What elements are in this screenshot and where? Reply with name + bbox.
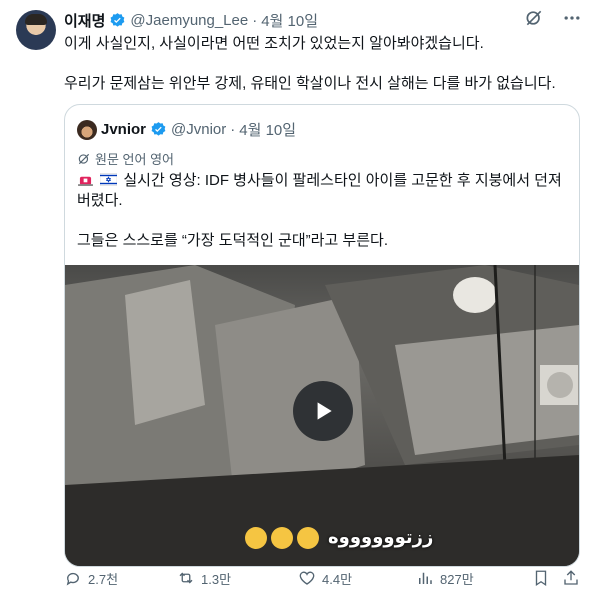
retweet-icon — [179, 572, 193, 584]
translated-label: 원문 언어 영어 — [95, 152, 174, 167]
reply-button[interactable]: 2.7천 — [64, 569, 118, 588]
view-count: 827만 — [440, 571, 474, 587]
tweet-top-icons — [524, 8, 582, 32]
author-name[interactable]: 이재명 — [64, 10, 105, 31]
quoted-author-name[interactable]: Jvnior — [101, 121, 146, 138]
author-handle[interactable]: @Jaemyung_Lee — [130, 12, 248, 29]
retweet-button[interactable]: 1.3만 — [177, 569, 231, 588]
tweet-header: 이재명 @Jaemyung_Lee · 4월 10일 — [64, 10, 318, 30]
tweet-text: 이게 사실인지, 사실이라면 어떤 조치가 있었는지 알아봐야겠습니다. 우리가… — [64, 34, 574, 94]
tweet-text-line-1: 이게 사실인지, 사실이라면 어떤 조치가 있었는지 알아봐야겠습니다. — [64, 35, 484, 52]
siren-emoji-icon — [78, 176, 93, 186]
quoted-text-line-2: 그들은 스스로를 “가장 도덕적인 군대”라고 부른다. — [77, 232, 388, 249]
like-button[interactable]: 4.4만 — [298, 569, 352, 588]
laughing-emoji-icon — [245, 527, 267, 550]
author-avatar[interactable] — [16, 10, 56, 50]
quoted-author-avatar[interactable] — [77, 119, 97, 140]
quoted-tweet-header: Jvnior @Jvnior · 4월 10일 — [77, 119, 296, 140]
reply-count: 2.7천 — [88, 571, 119, 587]
verified-badge-icon — [151, 122, 166, 136]
separator-dot: · — [230, 121, 236, 138]
laughing-emoji-icon — [271, 527, 293, 550]
video-caption: ززتووووووه — [245, 527, 434, 550]
heart-icon — [299, 571, 315, 585]
tweet-text-line-2: 우리가 문제삼는 위안부 강제, 유태인 학살이나 전시 살해는 다를 바가 없… — [64, 75, 556, 92]
separator-dot: · — [252, 11, 258, 29]
quoted-tweet-time[interactable]: 4월 10일 — [239, 119, 296, 140]
translated-notice[interactable]: 원문 언어 영어 — [77, 149, 174, 168]
tweet: 이재명 @Jaemyung_Lee · 4월 10일 이게 사실인지, 사실이라… — [0, 0, 596, 601]
share-icon — [564, 570, 578, 585]
quoted-text-1: 실시간 영상: IDF 병사들이 팔레스타인 아이를 고문한 후 지붕에서 던져… — [77, 172, 562, 209]
analytics-icon — [419, 572, 432, 584]
video-caption-text: ززتووووووه — [328, 527, 434, 547]
like-count: 4.4만 — [322, 571, 353, 587]
tweet-time[interactable]: 4월 10일 — [261, 10, 318, 31]
reply-icon — [66, 572, 79, 586]
laughing-emoji-icon — [297, 527, 319, 550]
quoted-tweet[interactable]: Jvnior @Jvnior · 4월 10일 원문 언어 영어 실시간 영상:… — [64, 104, 580, 567]
retweet-count: 1.3만 — [201, 571, 232, 587]
tweet-actions: 2.7천 1.3만 4.4만 827만 — [64, 567, 582, 589]
quoted-text-line-1: 실시간 영상: IDF 병사들이 팔레스타인 아이를 고문한 후 지붕에서 던져… — [77, 171, 567, 211]
video-player[interactable]: ززتووووووه — [65, 265, 579, 566]
play-button[interactable] — [293, 381, 353, 441]
bookmark-icon — [535, 570, 547, 587]
quoted-author-handle[interactable]: @Jvnior — [171, 121, 226, 138]
more-options-icon[interactable] — [562, 8, 582, 32]
views-button[interactable]: 827만 — [416, 569, 474, 588]
quoted-tweet-text: 실시간 영상: IDF 병사들이 팔레스타인 아이를 고문한 후 지붕에서 던져… — [77, 171, 567, 251]
share-button[interactable] — [562, 569, 580, 587]
verified-badge-icon — [110, 12, 125, 27]
play-icon — [317, 402, 332, 420]
bookmark-button[interactable] — [532, 569, 550, 587]
israel-flag-icon — [100, 173, 118, 186]
grok-icon[interactable] — [524, 8, 544, 32]
translate-icon — [78, 153, 90, 164]
